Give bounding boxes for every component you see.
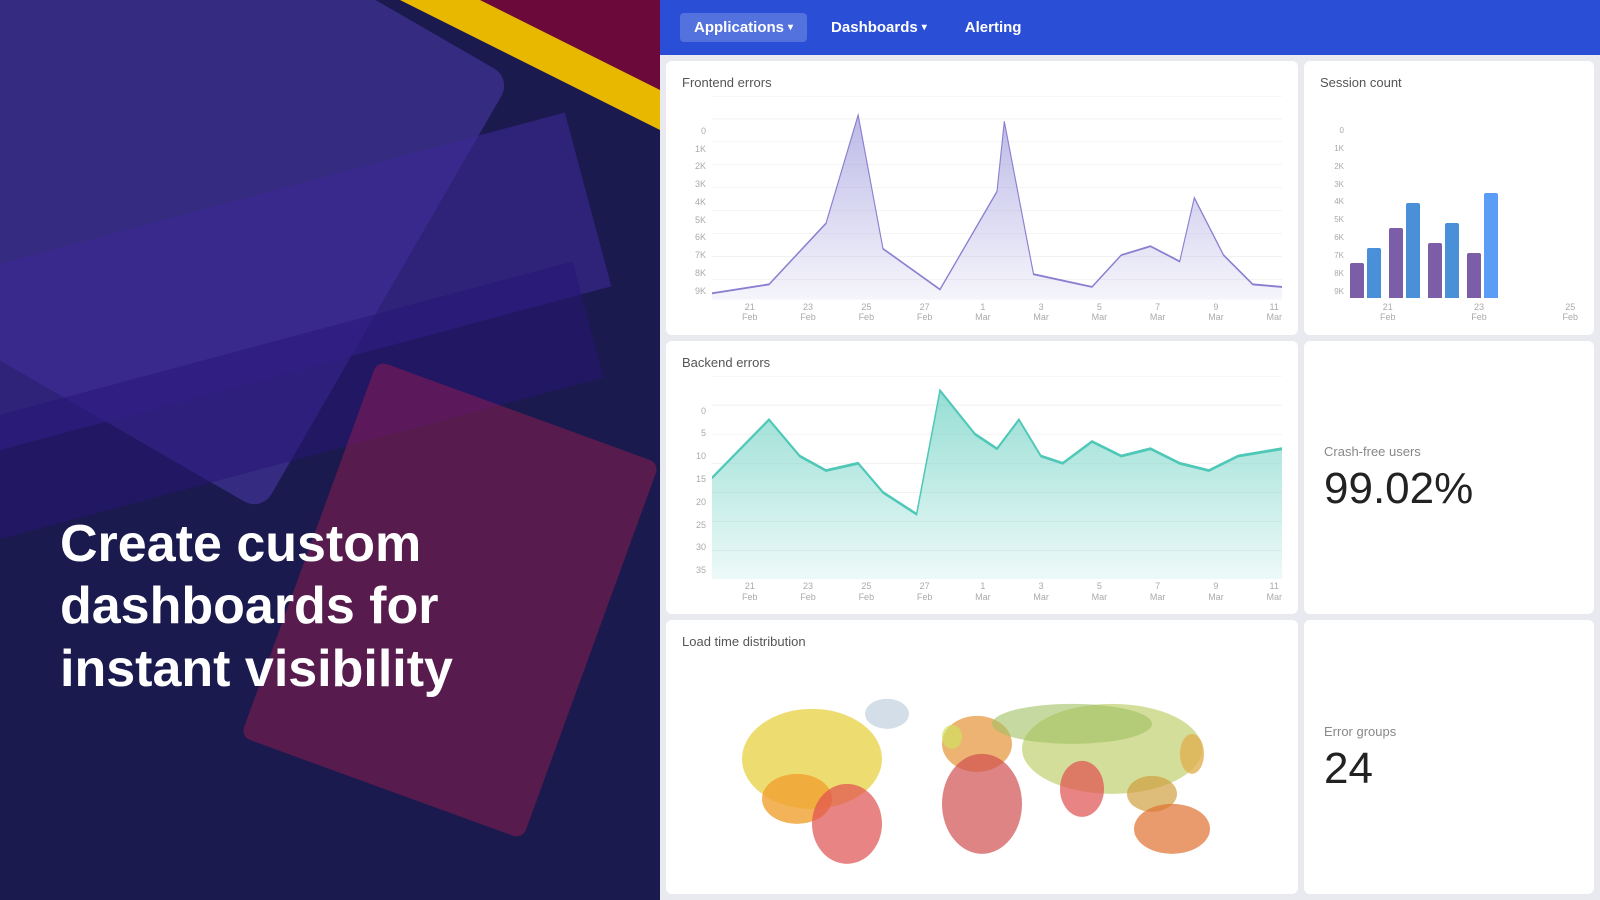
navbar: Applications ▾ Dashboards ▾ Alerting (660, 0, 1600, 55)
frontend-errors-x-axis: 21Feb 23Feb 25Feb 27Feb 1Mar 3Mar 5Mar 7… (712, 300, 1282, 324)
frontend-errors-chart (712, 96, 1282, 300)
bar-dark (1467, 253, 1481, 298)
chevron-down-icon: ▾ (788, 22, 793, 33)
bar-dark (1389, 228, 1403, 298)
session-count-title: Session count (1320, 75, 1578, 90)
error-groups-card: Error groups 24 (1304, 620, 1594, 894)
bar-light (1406, 203, 1420, 298)
bar-accent (1484, 193, 1498, 298)
error-groups-label: Error groups (1324, 724, 1574, 739)
nav-applications[interactable]: Applications ▾ (680, 13, 807, 42)
crash-free-card: Crash-free users 99.02% (1304, 341, 1594, 615)
error-groups-value: 24 (1324, 747, 1574, 791)
session-count-x-axis: 21Feb 23Feb 25Feb (1350, 300, 1578, 324)
hero-heading: Create custom dashboards for instant vis… (60, 513, 453, 700)
load-time-card: Load time distribution (666, 620, 1298, 894)
nav-dashboards[interactable]: Dashboards ▾ (817, 13, 941, 42)
chevron-down-icon: ▾ (922, 22, 927, 33)
left-panel: Create custom dashboards for instant vis… (0, 0, 660, 900)
load-time-title: Load time distribution (682, 634, 1282, 649)
bar-group-4 (1467, 193, 1498, 298)
bar-group-1 (1350, 248, 1381, 298)
backend-errors-y-axis: 35 30 25 20 15 10 5 0 (682, 406, 710, 576)
frontend-errors-y-axis: 9K 8K 7K 6K 5K 4K 3K 2K 1K 0 (682, 126, 710, 296)
bar-group-3 (1428, 223, 1459, 298)
bar-dark (1428, 243, 1442, 298)
backend-errors-title: Backend errors (682, 355, 1282, 370)
session-count-y-axis: 9K 8K 7K 6K 5K 4K 3K 2K 1K 0 (1320, 126, 1348, 296)
right-panel: Applications ▾ Dashboards ▾ Alerting Fro… (660, 0, 1600, 900)
crash-free-label: Crash-free users (1324, 444, 1574, 459)
bar-light (1367, 248, 1381, 298)
frontend-errors-card: Frontend errors 9K 8K 7K 6K 5K 4K 3K 2K … (666, 61, 1298, 335)
dashboard-grid: Frontend errors 9K 8K 7K 6K 5K 4K 3K 2K … (660, 55, 1600, 900)
bar-group-2 (1389, 203, 1420, 298)
world-map (682, 655, 1282, 883)
backend-errors-chart (712, 376, 1282, 580)
frontend-errors-title: Frontend errors (682, 75, 1282, 90)
nav-alerting[interactable]: Alerting (951, 13, 1036, 42)
backend-errors-card: Backend errors 35 30 25 20 15 10 5 0 (666, 341, 1298, 615)
session-count-card: Session count 9K 8K 7K 6K 5K 4K 3K 2K 1K… (1304, 61, 1594, 335)
decor-triangle-dark (480, 0, 660, 90)
bar-light (1445, 223, 1459, 298)
bar-dark (1350, 263, 1364, 298)
backend-errors-x-axis: 21Feb 23Feb 25Feb 27Feb 1Mar 3Mar 5Mar 7… (712, 579, 1282, 603)
crash-free-value: 99.02% (1324, 467, 1574, 511)
